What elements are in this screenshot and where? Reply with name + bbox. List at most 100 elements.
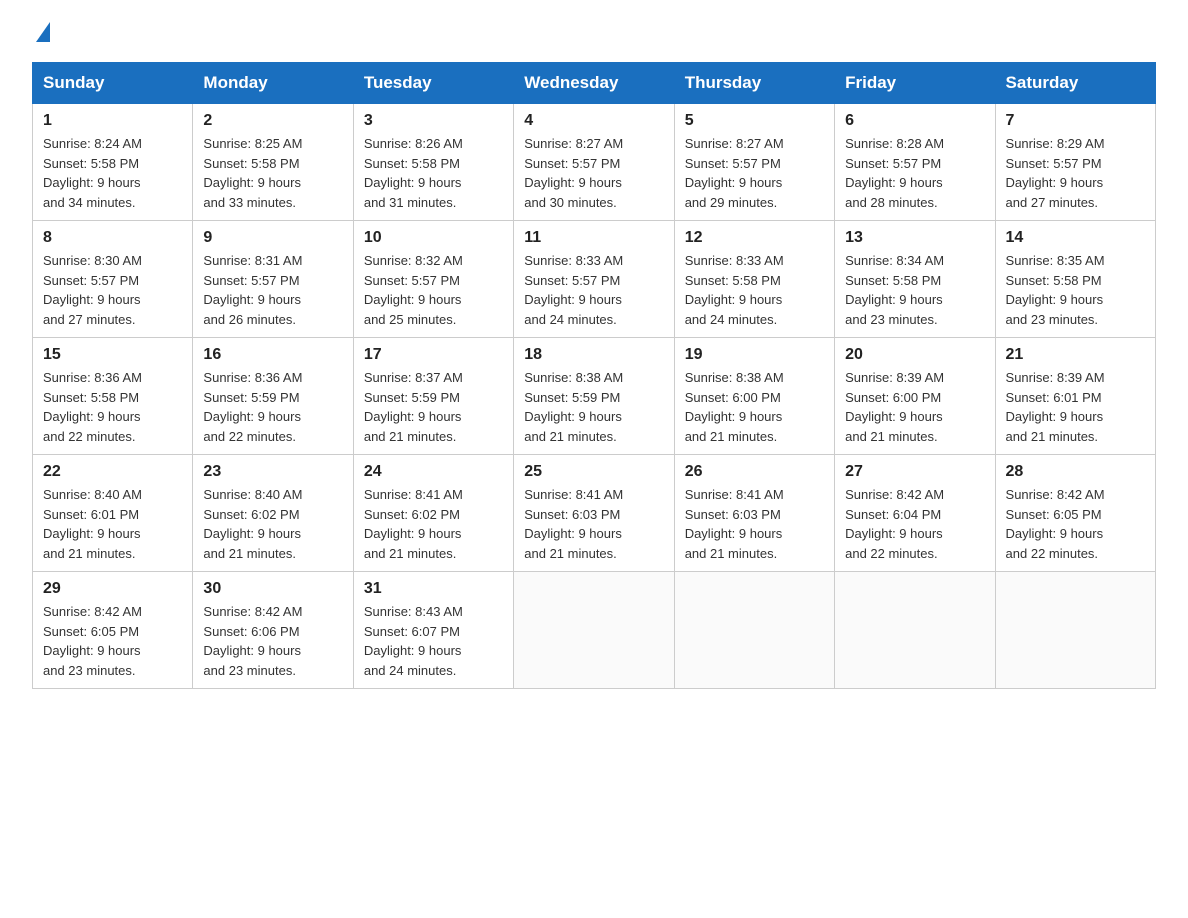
table-row: 21Sunrise: 8:39 AMSunset: 6:01 PMDayligh… bbox=[995, 338, 1155, 455]
col-monday: Monday bbox=[193, 63, 353, 104]
day-info: Sunrise: 8:29 AMSunset: 5:57 PMDaylight:… bbox=[1006, 134, 1145, 212]
day-info: Sunrise: 8:42 AMSunset: 6:05 PMDaylight:… bbox=[1006, 485, 1145, 563]
day-number: 20 bbox=[845, 346, 984, 364]
day-number: 12 bbox=[685, 229, 824, 247]
page-header bbox=[32, 24, 1156, 44]
table-row bbox=[674, 572, 834, 689]
day-info: Sunrise: 8:43 AMSunset: 6:07 PMDaylight:… bbox=[364, 602, 503, 680]
table-row: 29 Sunrise: 8:42 AMSunset: 6:05 PMDayligh… bbox=[33, 572, 193, 689]
day-info: Sunrise: 8:35 AMSunset: 5:58 PMDaylight:… bbox=[1006, 251, 1145, 329]
day-number: 29 bbox=[43, 580, 182, 598]
table-row: 6 Sunrise: 8:28 AMSunset: 5:57 PMDaylight… bbox=[835, 104, 995, 221]
col-tuesday: Tuesday bbox=[353, 63, 513, 104]
day-number: 19 bbox=[685, 346, 824, 364]
day-info: Sunrise: 8:36 AMSunset: 5:58 PMDaylight:… bbox=[43, 368, 182, 446]
calendar-week-row: 29 Sunrise: 8:42 AMSunset: 6:05 PMDayligh… bbox=[33, 572, 1156, 689]
day-number: 23 bbox=[203, 463, 342, 481]
day-info: Sunrise: 8:24 AMSunset: 5:58 PMDaylight:… bbox=[43, 134, 182, 212]
table-row: 3 Sunrise: 8:26 AMSunset: 5:58 PMDaylight… bbox=[353, 104, 513, 221]
table-row: 2 Sunrise: 8:25 AMSunset: 5:58 PMDaylight… bbox=[193, 104, 353, 221]
calendar-table: Sunday Monday Tuesday Wednesday Thursday… bbox=[32, 62, 1156, 689]
day-info: Sunrise: 8:41 AMSunset: 6:02 PMDaylight:… bbox=[364, 485, 503, 563]
table-row: 7 Sunrise: 8:29 AMSunset: 5:57 PMDaylight… bbox=[995, 104, 1155, 221]
col-sunday: Sunday bbox=[33, 63, 193, 104]
day-number: 6 bbox=[845, 112, 984, 130]
table-row: 11 Sunrise: 8:33 AMSunset: 5:57 PMDayligh… bbox=[514, 221, 674, 338]
day-info: Sunrise: 8:40 AMSunset: 6:02 PMDaylight:… bbox=[203, 485, 342, 563]
col-friday: Friday bbox=[835, 63, 995, 104]
day-number: 27 bbox=[845, 463, 984, 481]
day-number: 24 bbox=[364, 463, 503, 481]
logo bbox=[32, 24, 50, 44]
table-row: 28 Sunrise: 8:42 AMSunset: 6:05 PMDayligh… bbox=[995, 455, 1155, 572]
day-info: Sunrise: 8:39 AMSunset: 6:01 PMDaylight:… bbox=[1006, 368, 1145, 446]
day-number: 7 bbox=[1006, 112, 1145, 130]
table-row: 8Sunrise: 8:30 AMSunset: 5:57 PMDaylight… bbox=[33, 221, 193, 338]
table-row: 12 Sunrise: 8:33 AMSunset: 5:58 PMDayligh… bbox=[674, 221, 834, 338]
table-row: 1 Sunrise: 8:24 AMSunset: 5:58 PMDaylight… bbox=[33, 104, 193, 221]
day-number: 31 bbox=[364, 580, 503, 598]
day-number: 16 bbox=[203, 346, 342, 364]
day-number: 22 bbox=[43, 463, 182, 481]
day-info: Sunrise: 8:31 AMSunset: 5:57 PMDaylight:… bbox=[203, 251, 342, 329]
day-info: Sunrise: 8:38 AMSunset: 6:00 PMDaylight:… bbox=[685, 368, 824, 446]
day-info: Sunrise: 8:28 AMSunset: 5:57 PMDaylight:… bbox=[845, 134, 984, 212]
day-number: 13 bbox=[845, 229, 984, 247]
day-number: 14 bbox=[1006, 229, 1145, 247]
day-info: Sunrise: 8:33 AMSunset: 5:58 PMDaylight:… bbox=[685, 251, 824, 329]
day-info: Sunrise: 8:42 AMSunset: 6:05 PMDaylight:… bbox=[43, 602, 182, 680]
col-saturday: Saturday bbox=[995, 63, 1155, 104]
day-number: 2 bbox=[203, 112, 342, 130]
day-number: 30 bbox=[203, 580, 342, 598]
day-info: Sunrise: 8:34 AMSunset: 5:58 PMDaylight:… bbox=[845, 251, 984, 329]
table-row: 30Sunrise: 8:42 AMSunset: 6:06 PMDayligh… bbox=[193, 572, 353, 689]
table-row: 14 Sunrise: 8:35 AMSunset: 5:58 PMDayligh… bbox=[995, 221, 1155, 338]
table-row: 23 Sunrise: 8:40 AMSunset: 6:02 PMDayligh… bbox=[193, 455, 353, 572]
day-info: Sunrise: 8:41 AMSunset: 6:03 PMDaylight:… bbox=[685, 485, 824, 563]
table-row: 18Sunrise: 8:38 AMSunset: 5:59 PMDayligh… bbox=[514, 338, 674, 455]
day-number: 26 bbox=[685, 463, 824, 481]
table-row: 10 Sunrise: 8:32 AMSunset: 5:57 PMDayligh… bbox=[353, 221, 513, 338]
col-thursday: Thursday bbox=[674, 63, 834, 104]
table-row: 19 Sunrise: 8:38 AMSunset: 6:00 PMDayligh… bbox=[674, 338, 834, 455]
day-info: Sunrise: 8:41 AMSunset: 6:03 PMDaylight:… bbox=[524, 485, 663, 563]
day-info: Sunrise: 8:27 AMSunset: 5:57 PMDaylight:… bbox=[524, 134, 663, 212]
day-number: 8 bbox=[43, 229, 182, 247]
day-number: 25 bbox=[524, 463, 663, 481]
table-row: 31 Sunrise: 8:43 AMSunset: 6:07 PMDayligh… bbox=[353, 572, 513, 689]
table-row: 13 Sunrise: 8:34 AMSunset: 5:58 PMDayligh… bbox=[835, 221, 995, 338]
table-row: 27Sunrise: 8:42 AMSunset: 6:04 PMDayligh… bbox=[835, 455, 995, 572]
calendar-week-row: 8Sunrise: 8:30 AMSunset: 5:57 PMDaylight… bbox=[33, 221, 1156, 338]
col-wednesday: Wednesday bbox=[514, 63, 674, 104]
table-row: 9 Sunrise: 8:31 AMSunset: 5:57 PMDaylight… bbox=[193, 221, 353, 338]
calendar-week-row: 1 Sunrise: 8:24 AMSunset: 5:58 PMDaylight… bbox=[33, 104, 1156, 221]
table-row: 16 Sunrise: 8:36 AMSunset: 5:59 PMDayligh… bbox=[193, 338, 353, 455]
table-row bbox=[995, 572, 1155, 689]
table-row: 22 Sunrise: 8:40 AMSunset: 6:01 PMDayligh… bbox=[33, 455, 193, 572]
day-number: 17 bbox=[364, 346, 503, 364]
table-row: 17Sunrise: 8:37 AMSunset: 5:59 PMDayligh… bbox=[353, 338, 513, 455]
table-row bbox=[514, 572, 674, 689]
day-number: 3 bbox=[364, 112, 503, 130]
day-info: Sunrise: 8:40 AMSunset: 6:01 PMDaylight:… bbox=[43, 485, 182, 563]
table-row: 15Sunrise: 8:36 AMSunset: 5:58 PMDayligh… bbox=[33, 338, 193, 455]
day-info: Sunrise: 8:26 AMSunset: 5:58 PMDaylight:… bbox=[364, 134, 503, 212]
logo-arrow-icon bbox=[36, 22, 50, 42]
day-number: 28 bbox=[1006, 463, 1145, 481]
day-info: Sunrise: 8:38 AMSunset: 5:59 PMDaylight:… bbox=[524, 368, 663, 446]
day-info: Sunrise: 8:36 AMSunset: 5:59 PMDaylight:… bbox=[203, 368, 342, 446]
day-number: 1 bbox=[43, 112, 182, 130]
day-info: Sunrise: 8:32 AMSunset: 5:57 PMDaylight:… bbox=[364, 251, 503, 329]
table-row: 5 Sunrise: 8:27 AMSunset: 5:57 PMDaylight… bbox=[674, 104, 834, 221]
day-number: 4 bbox=[524, 112, 663, 130]
day-number: 9 bbox=[203, 229, 342, 247]
day-number: 5 bbox=[685, 112, 824, 130]
table-row: 24 Sunrise: 8:41 AMSunset: 6:02 PMDayligh… bbox=[353, 455, 513, 572]
day-number: 10 bbox=[364, 229, 503, 247]
day-info: Sunrise: 8:27 AMSunset: 5:57 PMDaylight:… bbox=[685, 134, 824, 212]
day-number: 11 bbox=[524, 229, 663, 247]
calendar-header-row: Sunday Monday Tuesday Wednesday Thursday… bbox=[33, 63, 1156, 104]
day-info: Sunrise: 8:33 AMSunset: 5:57 PMDaylight:… bbox=[524, 251, 663, 329]
day-info: Sunrise: 8:39 AMSunset: 6:00 PMDaylight:… bbox=[845, 368, 984, 446]
day-info: Sunrise: 8:25 AMSunset: 5:58 PMDaylight:… bbox=[203, 134, 342, 212]
